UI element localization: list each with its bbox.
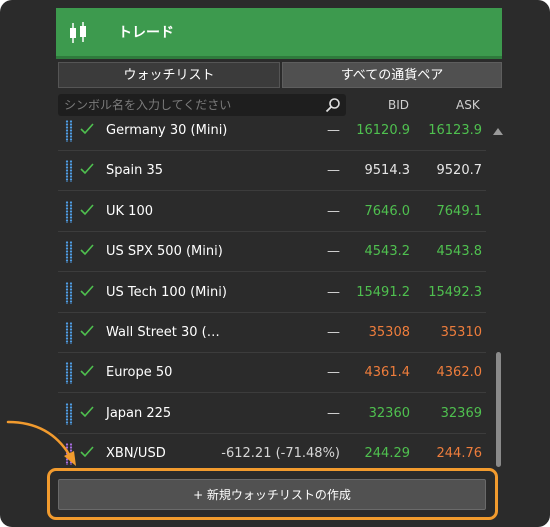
instrument-name: US Tech 100 (Mini) bbox=[106, 284, 227, 300]
pointer-arrow-icon bbox=[6, 420, 76, 466]
instrument-name: US SPX 500 (Mini) bbox=[106, 244, 223, 260]
bid-price: 4361.4 bbox=[364, 365, 411, 381]
watchlist-row[interactable]: Japan 225 — 32360 32369 bbox=[58, 393, 486, 434]
panel-title: トレード bbox=[118, 25, 174, 41]
panel-header: トレード bbox=[56, 8, 502, 59]
instrument-name: Japan 225 bbox=[106, 405, 172, 421]
watchlist-tabs: ウォッチリスト すべての通貨ペア bbox=[58, 62, 502, 88]
drag-handle-icon[interactable] bbox=[65, 322, 73, 344]
ask-price: 32369 bbox=[440, 405, 482, 421]
tab-all-pairs[interactable]: すべての通貨ペア bbox=[282, 62, 502, 88]
checkmark-icon[interactable] bbox=[80, 203, 94, 217]
instrument-name: Wall Street 30 (… bbox=[106, 325, 220, 340]
drag-handle-icon[interactable] bbox=[65, 120, 73, 142]
ask-price: 9520.7 bbox=[436, 163, 483, 179]
bid-price: 7646.0 bbox=[364, 203, 411, 219]
ask-price: 244.76 bbox=[436, 446, 483, 462]
create-watchlist-highlight: + 新規ウォッチリストの作成 bbox=[47, 468, 498, 520]
scrollbar-thumb[interactable] bbox=[496, 352, 501, 467]
change-value: — bbox=[327, 163, 340, 179]
candlestick-icon bbox=[70, 22, 86, 43]
trade-panel: トレード ウォッチリスト すべての通貨ペア BID ASK Germany 30… bbox=[0, 0, 550, 527]
ask-price: 4362.0 bbox=[436, 365, 483, 381]
checkmark-icon[interactable] bbox=[80, 243, 94, 257]
change-value: — bbox=[327, 203, 340, 219]
change-value: — bbox=[327, 325, 340, 340]
instrument-name: XBN/USD bbox=[106, 446, 166, 462]
instrument-name: Germany 30 (Mini) bbox=[106, 123, 228, 138]
checkmark-icon[interactable] bbox=[80, 122, 94, 136]
drag-handle-icon[interactable] bbox=[65, 362, 73, 385]
ask-price: 16123.9 bbox=[428, 123, 482, 138]
bid-price: 15491.2 bbox=[356, 284, 410, 300]
watchlist-row[interactable]: UK 100 — 7646.0 7649.1 bbox=[58, 191, 486, 232]
instrument-name: Spain 35 bbox=[106, 163, 163, 179]
search-input[interactable] bbox=[64, 95, 314, 115]
ask-price: 7649.1 bbox=[436, 203, 483, 219]
ask-column-header[interactable]: ASK bbox=[456, 98, 480, 112]
bid-price: 32360 bbox=[368, 405, 410, 421]
drag-handle-icon[interactable] bbox=[65, 241, 73, 264]
change-value: — bbox=[327, 244, 340, 260]
bid-price: 35308 bbox=[368, 325, 410, 340]
drag-handle-icon[interactable] bbox=[65, 200, 73, 223]
checkmark-icon[interactable] bbox=[80, 162, 94, 176]
change-value: — bbox=[327, 365, 340, 381]
bid-price: 16120.9 bbox=[356, 123, 410, 138]
instrument-name: Europe 50 bbox=[106, 365, 173, 381]
checkmark-icon[interactable] bbox=[80, 445, 94, 459]
bid-column-header[interactable]: BID bbox=[388, 98, 409, 112]
ask-price: 15492.3 bbox=[428, 284, 482, 300]
watchlist: Germany 30 (Mini) — 16120.9 16123.9 Spain 35… bbox=[58, 120, 488, 465]
ask-price: 35310 bbox=[440, 325, 482, 340]
change-value: -612.21 (-71.48%) bbox=[221, 446, 340, 462]
checkmark-icon[interactable] bbox=[80, 364, 94, 378]
bid-price: 4543.2 bbox=[364, 244, 411, 260]
instrument-name: UK 100 bbox=[106, 203, 153, 219]
create-watchlist-button[interactable]: + 新規ウォッチリストの作成 bbox=[58, 479, 486, 510]
checkmark-icon[interactable] bbox=[80, 405, 94, 419]
watchlist-row[interactable]: US Tech 100 (Mini) — 15491.2 15492.3 bbox=[58, 272, 486, 313]
change-value: — bbox=[327, 405, 340, 421]
watchlist-row[interactable]: Europe 50 — 4361.4 4362.0 bbox=[58, 352, 486, 394]
change-value: — bbox=[327, 284, 340, 300]
checkmark-icon[interactable] bbox=[80, 324, 94, 338]
search-icon[interactable] bbox=[325, 97, 341, 113]
watchlist-row[interactable]: Spain 35 — 9514.3 9520.7 bbox=[58, 150, 486, 192]
bid-price: 9514.3 bbox=[364, 163, 411, 179]
watchlist-row[interactable]: US SPX 500 (Mini) — 4543.2 4543.8 bbox=[58, 231, 486, 273]
search-box bbox=[58, 94, 346, 116]
scroll-up-arrow-icon[interactable] bbox=[493, 128, 503, 135]
watchlist-row[interactable]: Germany 30 (Mini) — 16120.9 16123.9 bbox=[58, 120, 486, 151]
tab-watchlist[interactable]: ウォッチリスト bbox=[58, 62, 280, 88]
drag-handle-icon[interactable] bbox=[65, 160, 73, 183]
watchlist-row[interactable]: Wall Street 30 (… — 35308 35310 bbox=[58, 312, 486, 353]
change-value: — bbox=[327, 123, 340, 138]
checkmark-icon[interactable] bbox=[80, 284, 94, 298]
bid-price: 244.29 bbox=[364, 446, 411, 462]
watchlist-row[interactable]: XBN/USD -612.21 (-71.48%) 244.29 244.76 bbox=[58, 433, 486, 465]
drag-handle-icon[interactable] bbox=[65, 281, 73, 304]
ask-price: 4543.8 bbox=[436, 244, 483, 260]
